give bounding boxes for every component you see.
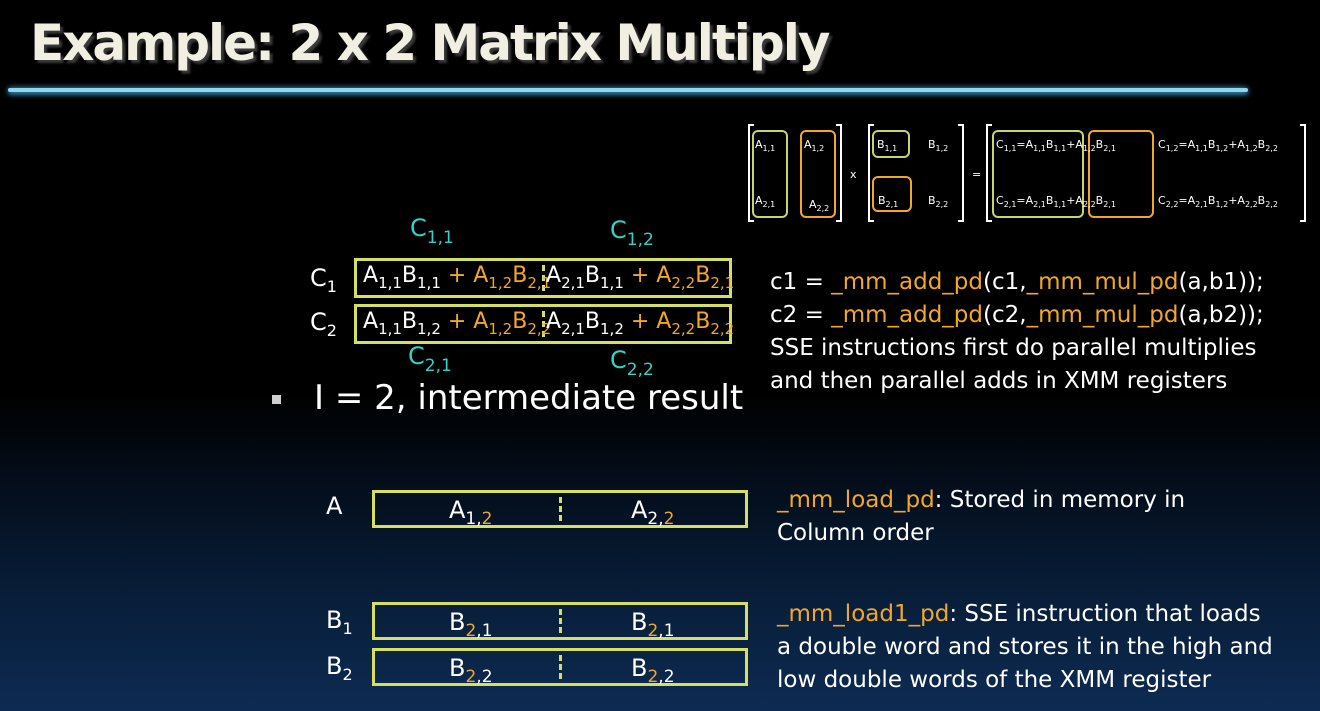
register-b1-label: B1	[326, 606, 353, 638]
register-a-divider	[559, 497, 562, 521]
register-c2-high-term: A2,1B1,2 + A2,2B2,2	[546, 309, 735, 338]
matrix-b12: B1,2	[928, 138, 949, 153]
bullet-text: I = 2, intermediate result	[314, 378, 744, 418]
register-c1-high-term: A2,1B1,1 + A2,2B2,1	[546, 263, 735, 292]
register-c2: A1,1B1,2 + A1,2B2,2 A2,1B1,2 + A2,2B2,2	[354, 304, 735, 344]
matrix-a-right-bracket	[836, 124, 842, 222]
code-block: c1 = _mm_add_pd(c1,_mm_mul_pd(a,b1)); c2…	[770, 266, 1264, 398]
title-divider	[8, 88, 1248, 92]
matrix-b22: B2,2	[928, 194, 949, 209]
register-b1-low: B2,1	[449, 608, 493, 641]
register-a-high: A2,2	[631, 496, 675, 529]
matrix-diagram: A1,1 A1,2 A2,1 A2,2 x B1,1 B1,2 B2,1 B2,…	[740, 118, 1312, 228]
label-c21: C2,1	[408, 342, 452, 376]
equals-sign: =	[972, 168, 982, 181]
register-b1: B2,1 B2,1	[372, 602, 748, 640]
register-a-low: A1,2	[449, 496, 493, 529]
matrix-a11: A1,1	[755, 138, 776, 153]
matrix-a21: A2,1	[755, 194, 776, 209]
matrix-c21: C2,1=A2,1B1,1+A2,2B2,1	[996, 194, 1116, 209]
register-a-label: A	[326, 492, 343, 520]
matrix-a22: A2,2	[809, 198, 830, 213]
load1-pd-description: _mm_load1_pd: SSE instruction that loads…	[777, 601, 1273, 693]
matrix-b-right-bracket	[958, 124, 964, 222]
label-c22: C2,2	[610, 346, 654, 380]
row-label-c1: C1	[310, 264, 337, 296]
register-c1: A1,1B1,1 + A1,2B2,1 A2,1B1,1 + A2,2B2,1	[354, 258, 735, 298]
register-b2-divider	[559, 655, 562, 679]
register-b2-label: B2	[326, 652, 353, 684]
register-c1-low-term: A1,1B1,1 + A1,2B2,1	[363, 263, 552, 292]
register-a: A1,2 A2,2	[372, 490, 748, 528]
register-b2: B2,2 B2,2	[372, 648, 748, 686]
matrix-c11: C1,1=A1,1B1,1+A1,2B2,1	[996, 138, 1116, 153]
times-sign: x	[850, 168, 857, 181]
register-b2-high: B2,2	[631, 654, 675, 687]
row-label-c2: C2	[310, 308, 337, 340]
label-c11: C1,1	[410, 214, 454, 248]
code-line-1: c1 = _mm_add_pd(c1,_mm_mul_pd(a,b1));	[770, 269, 1264, 295]
code-line-4: and then parallel adds in XMM registers	[770, 368, 1228, 394]
page-title: Example: 2 x 2 Matrix Multiply	[30, 14, 830, 72]
register-b2-low: B2,2	[449, 654, 493, 687]
matrix-c12: C1,2=A1,1B1,2+A1,2B2,2	[1158, 138, 1278, 153]
code-line-2: c2 = _mm_add_pd(c2,_mm_mul_pd(a,b2));	[770, 302, 1264, 328]
code-line-3: SSE instructions first do parallel multi…	[770, 335, 1257, 361]
matrix-b21: B2,1	[878, 194, 899, 209]
register-b1-high: B2,1	[631, 608, 675, 641]
bullet-marker	[272, 395, 281, 404]
register-c2-low-term: A1,1B1,2 + A1,2B2,2	[363, 309, 552, 338]
matrix-c22: C2,2=A2,1B1,2+A2,2B2,2	[1158, 194, 1278, 209]
label-c12: C1,2	[610, 216, 654, 250]
register-b1-divider	[559, 609, 562, 633]
matrix-b11: B1,1	[877, 138, 898, 153]
matrix-a12: A1,2	[804, 138, 825, 153]
matrix-c-right-bracket	[1300, 124, 1306, 222]
load-pd-description: _mm_load_pd: Stored in memory in Column …	[777, 487, 1186, 546]
